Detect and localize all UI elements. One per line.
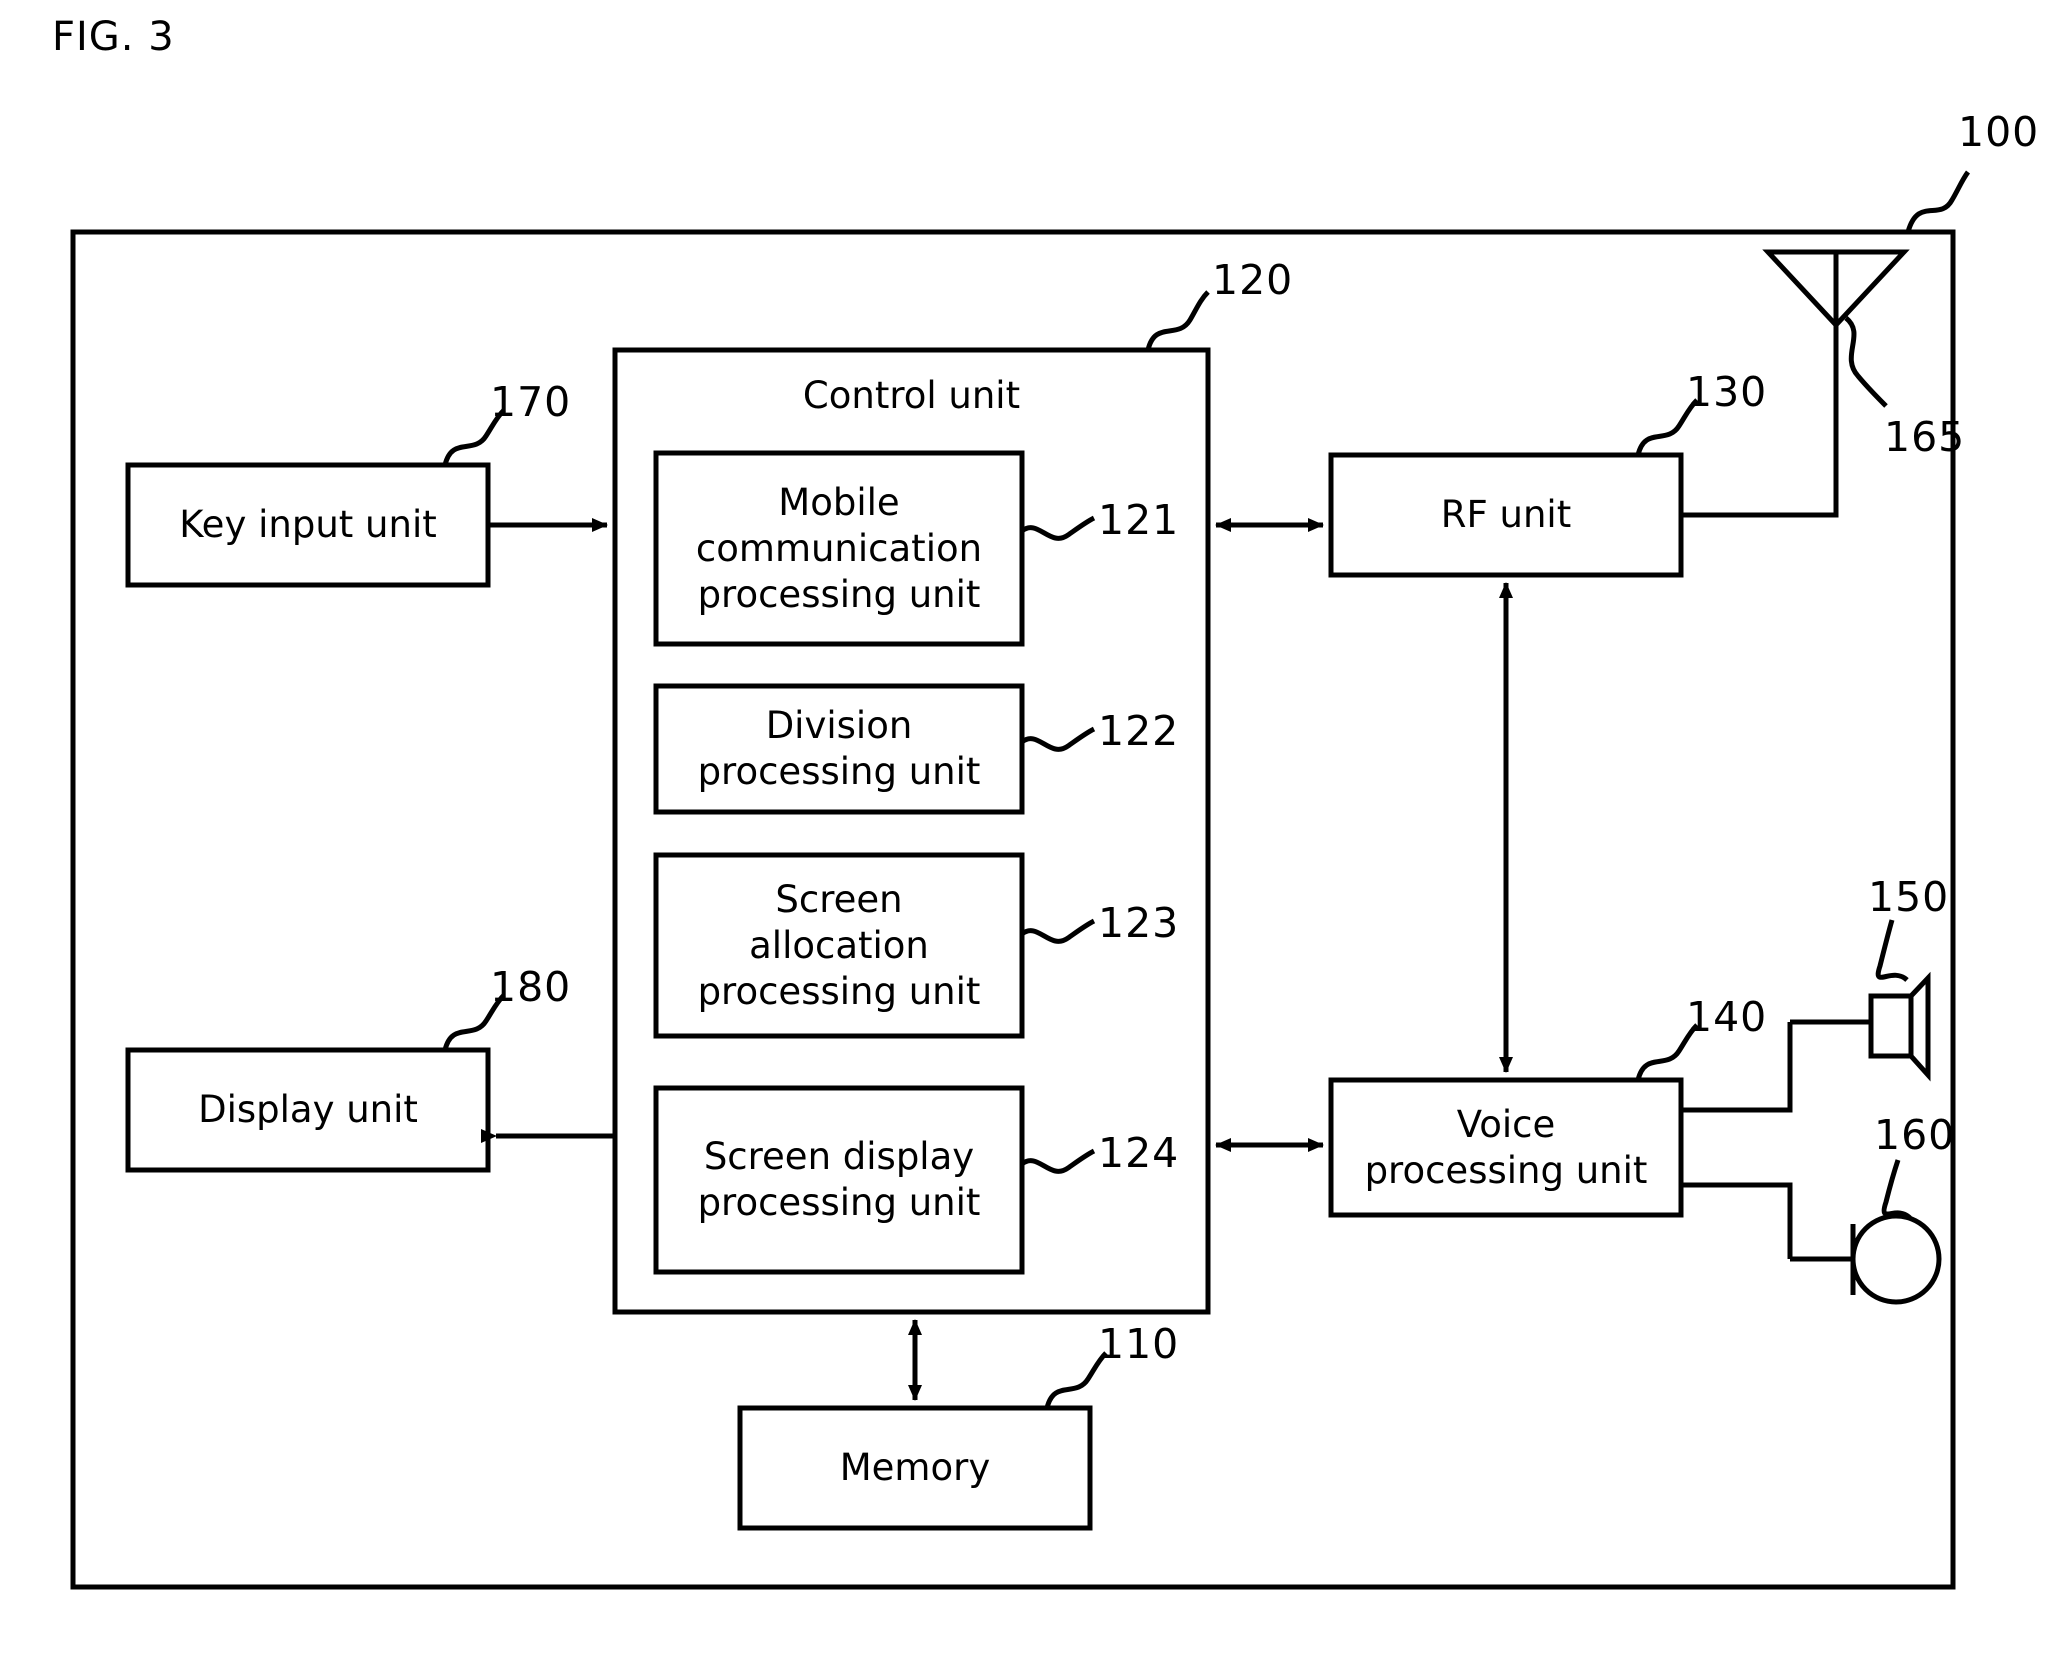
leader-165: [1844, 316, 1888, 408]
screen-alloc-unit-box: [653, 852, 1025, 1039]
ref-150: 150: [1868, 873, 1950, 921]
leader-122: [1020, 726, 1096, 752]
ref-124: 124: [1098, 1129, 1180, 1177]
memory-box: [737, 1405, 1093, 1531]
microphone-icon: [1850, 1213, 1942, 1305]
ref-123: 123: [1098, 899, 1180, 947]
ref-121: 121: [1098, 496, 1180, 544]
ref-170: 170: [490, 378, 572, 426]
leader-150: [1875, 919, 1909, 983]
ref-165: 165: [1884, 413, 1966, 461]
speaker-icon: [1908, 971, 1931, 1082]
diagram-linework: [70, 170, 1971, 1590]
leader-160: [1881, 1159, 1912, 1220]
leader-123: [1020, 918, 1096, 944]
leader-120: [1145, 290, 1210, 351]
ref-120: 120: [1212, 256, 1294, 304]
connector-voice-mic: [1681, 1182, 1793, 1259]
control-unit-label: Control unit: [802, 374, 1021, 417]
leader-100: [1905, 170, 1971, 233]
key-input-unit-box: [125, 462, 491, 588]
ref-110: 110: [1098, 1320, 1180, 1368]
leader-124: [1020, 1148, 1096, 1174]
ref-180: 180: [490, 963, 572, 1011]
ref-160: 160: [1874, 1111, 1956, 1159]
rf-unit-box: [1328, 452, 1684, 578]
ref-122: 122: [1098, 707, 1180, 755]
ref-100: 100: [1958, 108, 2040, 156]
figure-canvas: FIG. 3 100 Key input unit 170 Display un…: [0, 0, 2046, 1653]
division-unit-box: [653, 683, 1025, 815]
display-unit-box: [125, 1047, 491, 1173]
mobile-comm-unit-box: [653, 450, 1025, 647]
connector-rf-antenna: [1681, 325, 1839, 518]
leader-121: [1020, 515, 1096, 541]
ref-140: 140: [1686, 993, 1768, 1041]
screen-display-unit-box: [653, 1085, 1025, 1275]
speaker-body: [1868, 993, 1914, 1059]
voice-unit-box: [1328, 1077, 1684, 1218]
ref-130: 130: [1686, 368, 1768, 416]
